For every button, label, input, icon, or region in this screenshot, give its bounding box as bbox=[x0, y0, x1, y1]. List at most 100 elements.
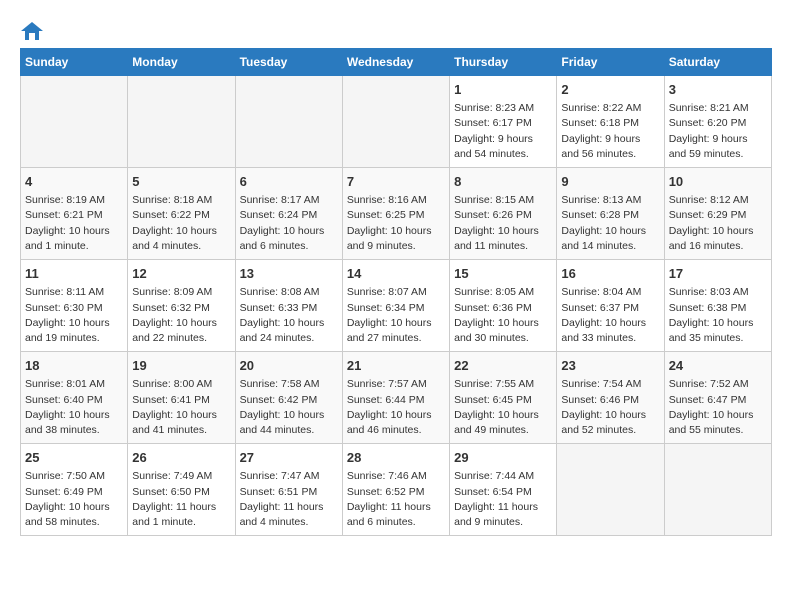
page-header bbox=[20, 20, 772, 38]
day-number: 11 bbox=[25, 265, 123, 283]
day-info-text: Sunset: 6:24 PM bbox=[240, 208, 338, 223]
calendar-cell bbox=[557, 444, 664, 536]
day-info-text: Sunset: 6:42 PM bbox=[240, 393, 338, 408]
day-info-text: Sunset: 6:36 PM bbox=[454, 301, 552, 316]
calendar-cell: 12Sunrise: 8:09 AMSunset: 6:32 PMDayligh… bbox=[128, 260, 235, 352]
day-info-text: Sunset: 6:44 PM bbox=[347, 393, 445, 408]
day-info-text: Sunset: 6:17 PM bbox=[454, 116, 552, 131]
calendar-cell bbox=[128, 76, 235, 168]
day-info-text: Daylight: 10 hours and 11 minutes. bbox=[454, 224, 552, 254]
day-info-text: Daylight: 10 hours and 6 minutes. bbox=[240, 224, 338, 254]
day-info-text: Daylight: 11 hours and 9 minutes. bbox=[454, 500, 552, 530]
calendar-week-row: 25Sunrise: 7:50 AMSunset: 6:49 PMDayligh… bbox=[21, 444, 772, 536]
day-info-text: Sunrise: 8:15 AM bbox=[454, 193, 552, 208]
calendar-cell: 23Sunrise: 7:54 AMSunset: 6:46 PMDayligh… bbox=[557, 352, 664, 444]
day-number: 16 bbox=[561, 265, 659, 283]
calendar-cell: 6 Sunrise: 8:17 AMSunset: 6:24 PMDaylight… bbox=[235, 168, 342, 260]
calendar-cell: 22Sunrise: 7:55 AMSunset: 6:45 PMDayligh… bbox=[450, 352, 557, 444]
day-info-text: Sunset: 6:28 PM bbox=[561, 208, 659, 223]
day-info-text: Sunrise: 8:13 AM bbox=[561, 193, 659, 208]
column-header-tuesday: Tuesday bbox=[235, 49, 342, 76]
day-number: 27 bbox=[240, 449, 338, 467]
day-info-text: Sunrise: 7:54 AM bbox=[561, 377, 659, 392]
calendar-cell: 11Sunrise: 8:11 AMSunset: 6:30 PMDayligh… bbox=[21, 260, 128, 352]
column-header-sunday: Sunday bbox=[21, 49, 128, 76]
calendar-cell: 19Sunrise: 8:00 AMSunset: 6:41 PMDayligh… bbox=[128, 352, 235, 444]
day-info-text: Daylight: 11 hours and 1 minute. bbox=[132, 500, 230, 530]
calendar-table: SundayMondayTuesdayWednesdayThursdayFrid… bbox=[20, 48, 772, 536]
day-number: 4 bbox=[25, 173, 123, 191]
day-info-text: Daylight: 10 hours and 16 minutes. bbox=[669, 224, 767, 254]
day-info-text: Sunset: 6:50 PM bbox=[132, 485, 230, 500]
day-info-text: Daylight: 10 hours and 9 minutes. bbox=[347, 224, 445, 254]
day-number: 22 bbox=[454, 357, 552, 375]
calendar-week-row: 11Sunrise: 8:11 AMSunset: 6:30 PMDayligh… bbox=[21, 260, 772, 352]
column-header-thursday: Thursday bbox=[450, 49, 557, 76]
day-info-text: Sunrise: 7:47 AM bbox=[240, 469, 338, 484]
day-info-text: Daylight: 10 hours and 4 minutes. bbox=[132, 224, 230, 254]
day-info-text: Sunrise: 7:44 AM bbox=[454, 469, 552, 484]
calendar-cell: 29Sunrise: 7:44 AMSunset: 6:54 PMDayligh… bbox=[450, 444, 557, 536]
day-number: 6 bbox=[240, 173, 338, 191]
day-info-text: Daylight: 10 hours and 1 minute. bbox=[25, 224, 123, 254]
calendar-cell: 14Sunrise: 8:07 AMSunset: 6:34 PMDayligh… bbox=[342, 260, 449, 352]
day-info-text: Sunrise: 8:17 AM bbox=[240, 193, 338, 208]
day-number: 17 bbox=[669, 265, 767, 283]
calendar-cell: 26 Sunrise: 7:49 AMSunset: 6:50 PMDayligh… bbox=[128, 444, 235, 536]
day-info-text: Sunset: 6:51 PM bbox=[240, 485, 338, 500]
day-info-text: Sunrise: 8:11 AM bbox=[25, 285, 123, 300]
day-info-text: Sunrise: 8:08 AM bbox=[240, 285, 338, 300]
day-number: 18 bbox=[25, 357, 123, 375]
day-info-text: Sunset: 6:47 PM bbox=[669, 393, 767, 408]
day-info-text: Daylight: 9 hours and 56 minutes. bbox=[561, 132, 659, 162]
day-info-text: Daylight: 10 hours and 33 minutes. bbox=[561, 316, 659, 346]
day-number: 12 bbox=[132, 265, 230, 283]
calendar-cell: 18Sunrise: 8:01 AMSunset: 6:40 PMDayligh… bbox=[21, 352, 128, 444]
day-info-text: Sunrise: 8:07 AM bbox=[347, 285, 445, 300]
day-info-text: Sunrise: 8:00 AM bbox=[132, 377, 230, 392]
calendar-cell: 20Sunrise: 7:58 AMSunset: 6:42 PMDayligh… bbox=[235, 352, 342, 444]
day-info-text: Daylight: 10 hours and 58 minutes. bbox=[25, 500, 123, 530]
day-info-text: Sunrise: 7:58 AM bbox=[240, 377, 338, 392]
day-info-text: Sunrise: 8:16 AM bbox=[347, 193, 445, 208]
day-info-text: Daylight: 10 hours and 30 minutes. bbox=[454, 316, 552, 346]
day-info-text: Daylight: 9 hours and 54 minutes. bbox=[454, 132, 552, 162]
day-info-text: Sunset: 6:26 PM bbox=[454, 208, 552, 223]
day-info-text: Sunset: 6:22 PM bbox=[132, 208, 230, 223]
day-info-text: Daylight: 10 hours and 14 minutes. bbox=[561, 224, 659, 254]
day-info-text: Sunrise: 7:49 AM bbox=[132, 469, 230, 484]
column-header-wednesday: Wednesday bbox=[342, 49, 449, 76]
calendar-cell: 27 Sunrise: 7:47 AMSunset: 6:51 PMDayligh… bbox=[235, 444, 342, 536]
calendar-cell: 25Sunrise: 7:50 AMSunset: 6:49 PMDayligh… bbox=[21, 444, 128, 536]
day-info-text: Sunrise: 8:03 AM bbox=[669, 285, 767, 300]
day-info-text: Daylight: 9 hours and 59 minutes. bbox=[669, 132, 767, 162]
day-info-text: Sunrise: 7:46 AM bbox=[347, 469, 445, 484]
day-info-text: Daylight: 10 hours and 55 minutes. bbox=[669, 408, 767, 438]
calendar-cell: 16Sunrise: 8:04 AMSunset: 6:37 PMDayligh… bbox=[557, 260, 664, 352]
day-info-text: Daylight: 11 hours and 4 minutes. bbox=[240, 500, 338, 530]
day-info-text: Sunrise: 8:19 AM bbox=[25, 193, 123, 208]
day-info-text: Daylight: 11 hours and 6 minutes. bbox=[347, 500, 445, 530]
day-info-text: Sunset: 6:45 PM bbox=[454, 393, 552, 408]
day-number: 3 bbox=[669, 81, 767, 99]
day-number: 14 bbox=[347, 265, 445, 283]
calendar-cell: 15Sunrise: 8:05 AMSunset: 6:36 PMDayligh… bbox=[450, 260, 557, 352]
calendar-cell: 9Sunrise: 8:13 AMSunset: 6:28 PMDaylight… bbox=[557, 168, 664, 260]
day-info-text: Daylight: 10 hours and 46 minutes. bbox=[347, 408, 445, 438]
calendar-cell: 10Sunrise: 8:12 AMSunset: 6:29 PMDayligh… bbox=[664, 168, 771, 260]
day-info-text: Daylight: 10 hours and 22 minutes. bbox=[132, 316, 230, 346]
day-number: 10 bbox=[669, 173, 767, 191]
day-info-text: Sunrise: 8:18 AM bbox=[132, 193, 230, 208]
day-number: 20 bbox=[240, 357, 338, 375]
day-number: 29 bbox=[454, 449, 552, 467]
calendar-cell: 4 Sunrise: 8:19 AMSunset: 6:21 PMDaylight… bbox=[21, 168, 128, 260]
day-number: 26 bbox=[132, 449, 230, 467]
day-number: 21 bbox=[347, 357, 445, 375]
day-info-text: Daylight: 10 hours and 52 minutes. bbox=[561, 408, 659, 438]
day-info-text: Sunset: 6:21 PM bbox=[25, 208, 123, 223]
calendar-cell: 2Sunrise: 8:22 AMSunset: 6:18 PMDaylight… bbox=[557, 76, 664, 168]
day-info-text: Sunset: 6:41 PM bbox=[132, 393, 230, 408]
day-info-text: Sunset: 6:33 PM bbox=[240, 301, 338, 316]
day-number: 24 bbox=[669, 357, 767, 375]
day-number: 13 bbox=[240, 265, 338, 283]
